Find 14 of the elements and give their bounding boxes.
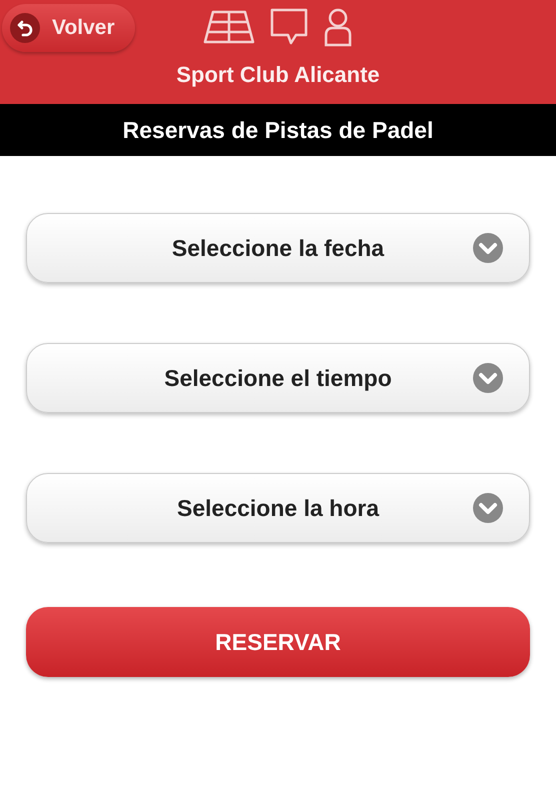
chevron-down-icon: [473, 233, 503, 263]
page-subtitle: Reservas de Pistas de Padel: [0, 104, 556, 156]
reserve-button[interactable]: RESERVAR: [26, 607, 530, 677]
chat-icon[interactable]: [269, 7, 309, 47]
chevron-down-icon: [473, 363, 503, 393]
chevron-down-icon: [473, 493, 503, 523]
user-icon[interactable]: [323, 7, 353, 47]
back-button[interactable]: Volver: [2, 4, 135, 52]
club-name: Sport Club Alicante: [176, 62, 380, 88]
dropdown-select[interactable]: Seleccione el tiempo: [26, 343, 530, 413]
dropdown-select[interactable]: Seleccione la fecha: [26, 213, 530, 283]
dropdown-select[interactable]: Seleccione la hora: [26, 473, 530, 543]
undo-icon: [10, 13, 40, 43]
court-icon[interactable]: [203, 9, 255, 45]
